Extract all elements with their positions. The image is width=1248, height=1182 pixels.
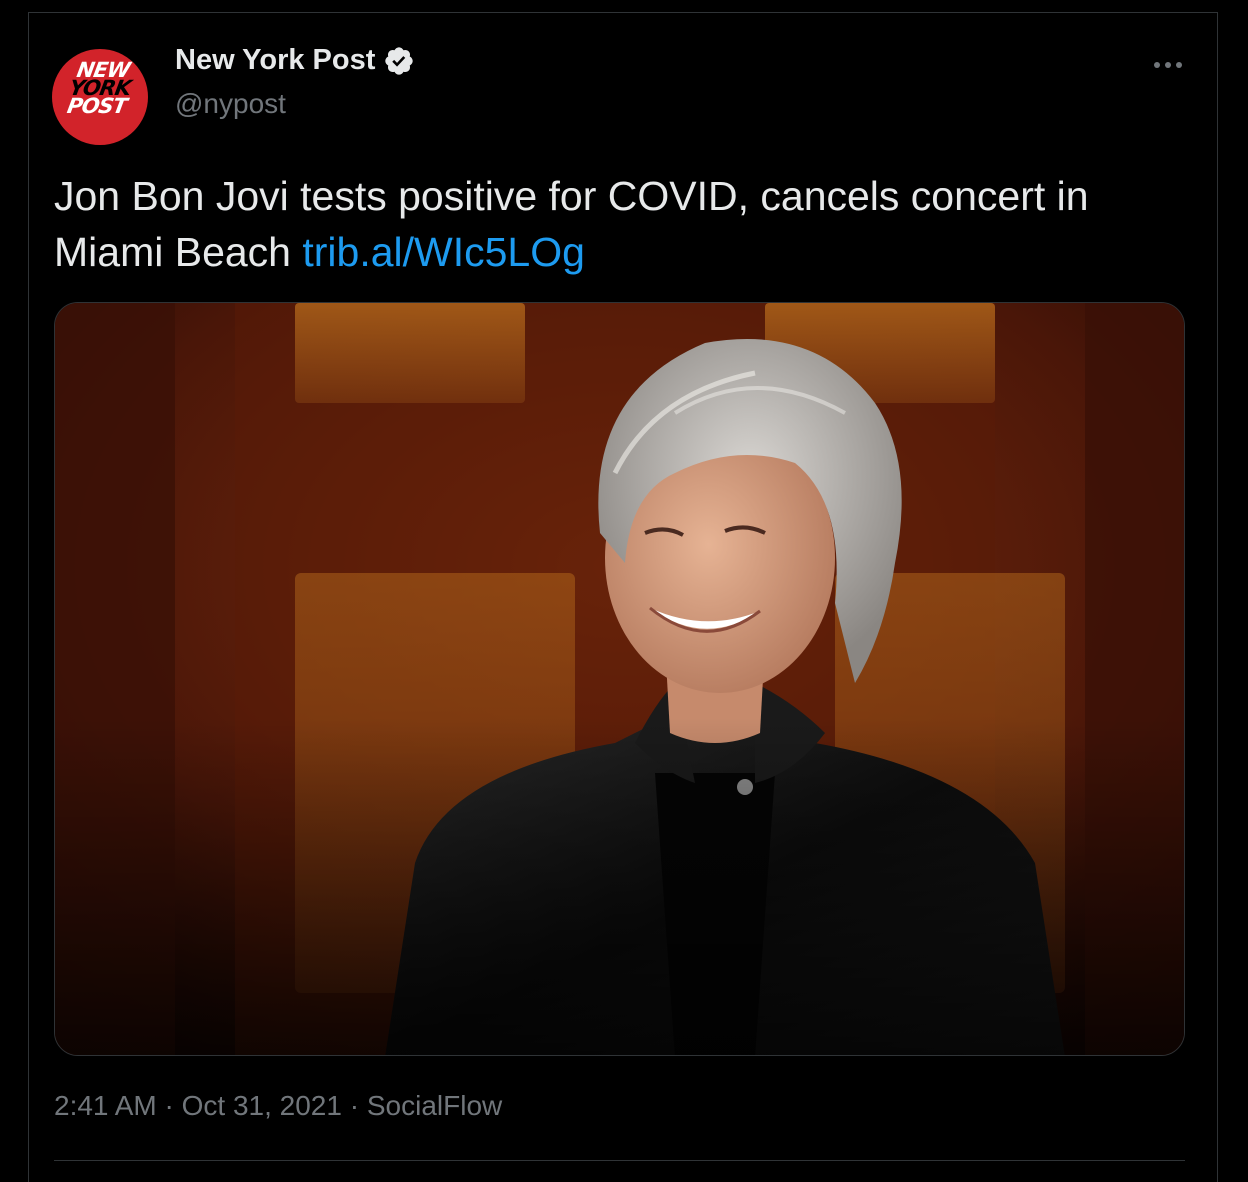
divider bbox=[54, 1160, 1185, 1161]
author-name-row[interactable]: New York Post bbox=[175, 44, 415, 77]
tweet-time[interactable]: 2:41 AM bbox=[54, 1090, 157, 1121]
photo-image bbox=[55, 303, 1184, 1055]
more-horizontal-icon[interactable] bbox=[1148, 52, 1188, 78]
tweet-source: SocialFlow bbox=[366, 1090, 503, 1121]
tweet-link[interactable]: trib.al/WIc5LOg bbox=[302, 229, 585, 275]
author-handle[interactable]: @nypost bbox=[175, 88, 286, 120]
tweet-text: Jon Bon Jovi tests positive for COVID, c… bbox=[54, 168, 1194, 280]
avatar-logo: NEW YORK POST bbox=[65, 58, 133, 118]
verified-badge-icon bbox=[385, 46, 414, 75]
author-display-name[interactable]: New York Post bbox=[175, 44, 375, 77]
tweet-media-photo[interactable] bbox=[54, 302, 1185, 1056]
tweet-date[interactable]: Oct 31, 2021 bbox=[182, 1090, 342, 1121]
meta-separator: · bbox=[341, 1090, 367, 1121]
tweet-meta: 2:41 AM · Oct 31, 2021 · SocialFlow bbox=[54, 1090, 502, 1122]
meta-separator: · bbox=[156, 1090, 182, 1121]
avatar[interactable]: NEW YORK POST bbox=[52, 49, 148, 145]
